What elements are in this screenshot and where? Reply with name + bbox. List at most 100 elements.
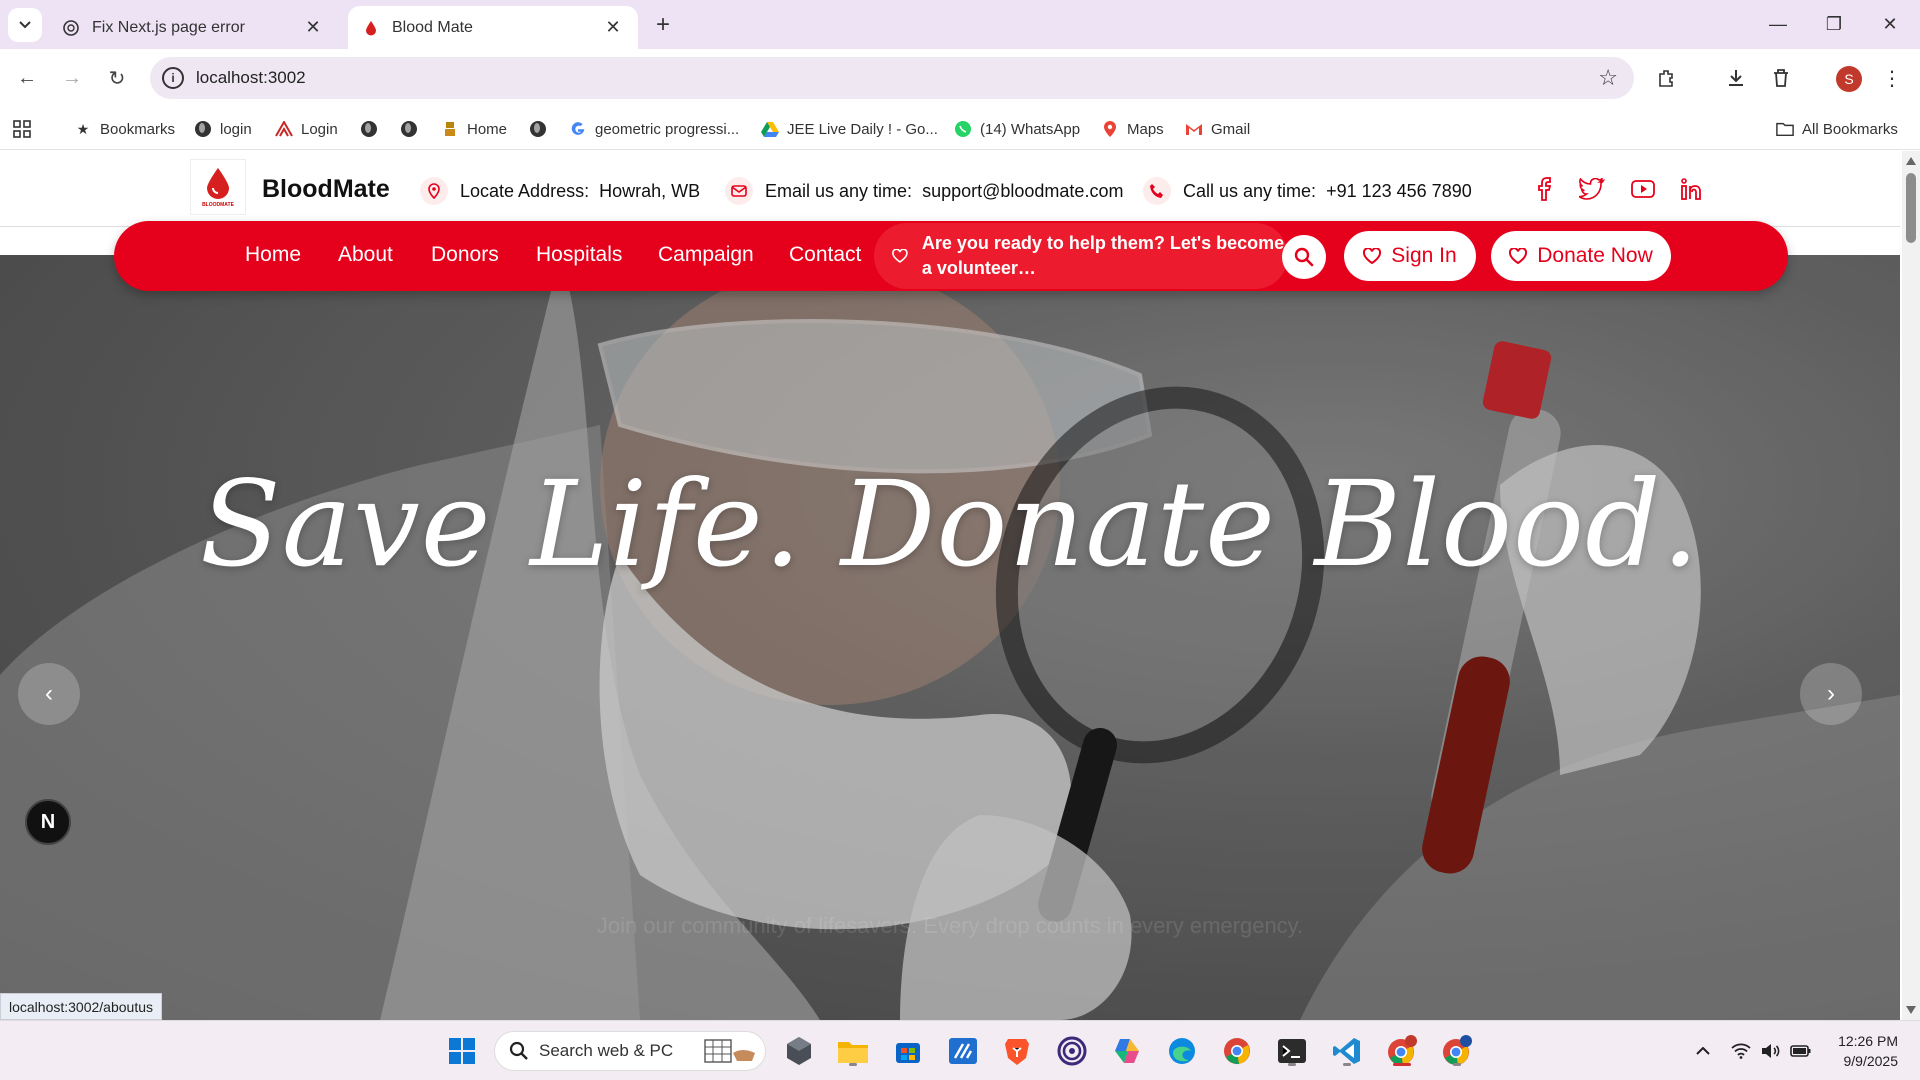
bookmark-label: Gmail [1211, 120, 1251, 138]
sign-in-label: Sign In [1391, 244, 1457, 267]
brand-name[interactable]: BloodMate [262, 175, 390, 204]
chrome-icon[interactable] [1219, 1033, 1255, 1069]
email-value[interactable]: support@bloodmate.com [922, 181, 1123, 202]
new-tab-button[interactable]: + [648, 10, 678, 40]
page-scrollbar[interactable] [1902, 151, 1920, 1020]
nav-home[interactable]: Home [245, 243, 301, 267]
system-clock[interactable]: 12:26 PM 9/9/2025 [1830, 1031, 1898, 1071]
close-tab-icon[interactable]: ✕ [602, 17, 624, 39]
chrome-profile-icon[interactable] [1384, 1033, 1420, 1069]
site-info-icon[interactable]: i [162, 67, 184, 89]
prev-slide-button[interactable]: ‹ [18, 663, 80, 725]
bookmark-login[interactable]: login [194, 118, 252, 140]
address-bar[interactable]: i localhost:3002 ☆ [150, 57, 1634, 99]
drive-icon [761, 120, 779, 138]
volunteer-text: Are you ready to help them? Let's become… [921, 233, 1285, 278]
gmail-icon [1185, 120, 1203, 138]
tab-search-button[interactable] [8, 8, 42, 42]
downloads-icon[interactable] [1721, 63, 1751, 93]
tab-blood-mate[interactable]: Blood Mate ✕ [348, 6, 638, 49]
vscode-icon[interactable] [1329, 1033, 1365, 1069]
bookmark-globe-2[interactable] [400, 118, 426, 140]
forward-button[interactable]: → [56, 62, 88, 94]
tab-fix-nextjs[interactable]: Fix Next.js page error ✕ [48, 6, 338, 49]
bookmark-globe-1[interactable] [360, 118, 386, 140]
chrome-profile-icon-2[interactable] [1439, 1033, 1475, 1069]
bookmark-geometric[interactable]: geometric progressi... [569, 118, 739, 140]
bookmark-label: JEE Live Daily ! - Go... [787, 120, 938, 138]
bookmark-home[interactable]: Home [441, 118, 507, 140]
menu-icon[interactable]: ⋮ [1877, 63, 1907, 93]
donate-now-label: Donate Now [1537, 244, 1653, 267]
location-pin-icon [420, 177, 448, 205]
volunteer-banner[interactable]: Are you ready to help them? Let's become… [874, 223, 1288, 289]
globe-icon [194, 120, 212, 138]
scroll-down-arrow-icon[interactable] [1906, 1006, 1916, 1014]
hero-subtitle: Join our community of lifesavers. Every … [596, 913, 1304, 938]
extensions-icon[interactable] [1652, 63, 1682, 93]
tab-title: Blood Mate [392, 18, 473, 36]
sign-in-button[interactable]: Sign In [1344, 231, 1476, 281]
bookmark-whatsapp[interactable]: (14) WhatsApp [954, 118, 1080, 140]
app-icon-cube[interactable] [781, 1033, 817, 1069]
star-icon: ★ [76, 120, 90, 137]
donate-now-button[interactable]: Donate Now [1491, 231, 1671, 281]
phone-value[interactable]: +91 123 456 7890 [1326, 181, 1472, 202]
chevron-down-icon [19, 21, 31, 29]
restore-button[interactable]: ❐ [1806, 0, 1862, 49]
hero-background-image [0, 255, 1900, 1020]
twitter-icon[interactable] [1578, 175, 1606, 203]
bookmark-star-icon[interactable]: ☆ [1598, 65, 1618, 91]
file-explorer-icon[interactable] [835, 1033, 871, 1069]
facebook-icon[interactable] [1530, 175, 1558, 203]
brave-browser-icon[interactable] [999, 1033, 1035, 1069]
scrollbar-thumb[interactable] [1906, 173, 1916, 243]
youtube-icon[interactable] [1629, 175, 1657, 203]
taskbar-search[interactable]: Search web & PC [494, 1031, 766, 1071]
trash-icon[interactable] [1766, 63, 1796, 93]
chatgpt-icon [62, 19, 80, 37]
nav-about[interactable]: About [338, 243, 393, 267]
next-slide-button[interactable]: › [1800, 663, 1862, 725]
browser-tab-bar: Fix Next.js page error ✕ Blood Mate ✕ + … [0, 0, 1920, 49]
bookmark-globe-3[interactable] [529, 118, 555, 140]
bloodmate-logo[interactable]: BLOODMATE [190, 159, 246, 215]
search-button[interactable] [1282, 235, 1326, 279]
apps-grid-icon[interactable] [12, 118, 32, 140]
back-button[interactable]: ← [11, 62, 43, 94]
close-tab-icon[interactable]: ✕ [302, 17, 324, 39]
nextjs-dev-badge[interactable]: N [25, 799, 71, 845]
copilot-icon[interactable] [1109, 1033, 1145, 1069]
bookmark-gmail[interactable]: Gmail [1185, 118, 1250, 140]
bookmark-bookmarks[interactable]: ★ Bookmarks [74, 118, 175, 140]
minimize-button[interactable]: — [1750, 0, 1806, 49]
bookmark-maps[interactable]: Maps [1101, 118, 1164, 140]
terminal-icon[interactable] [1274, 1033, 1310, 1069]
profile-avatar[interactable]: S [1836, 66, 1862, 92]
battery-icon[interactable] [1789, 1039, 1813, 1063]
bookmark-label: Bookmarks [100, 120, 176, 138]
bookmark-jee-live[interactable]: JEE Live Daily ! - Go... [761, 118, 938, 140]
microsoft-store-icon[interactable] [890, 1033, 926, 1069]
edge-browser-icon[interactable] [1164, 1033, 1200, 1069]
app-icon-spiral[interactable] [1054, 1033, 1090, 1069]
nav-donors[interactable]: Donors [431, 243, 499, 267]
all-bookmarks[interactable]: All Bookmarks [1776, 118, 1898, 140]
linkedin-icon[interactable] [1679, 175, 1707, 203]
show-hidden-icons-chevron-icon[interactable] [1691, 1039, 1715, 1063]
nav-hospitals[interactable]: Hospitals [536, 243, 622, 267]
volume-icon[interactable] [1759, 1039, 1783, 1063]
close-window-button[interactable]: ✕ [1862, 0, 1918, 49]
bookmark-login-2[interactable]: Login [275, 118, 338, 140]
wifi-icon[interactable] [1729, 1039, 1753, 1063]
nav-campaign[interactable]: Campaign [658, 243, 754, 267]
scroll-up-arrow-icon[interactable] [1906, 157, 1916, 165]
url-text[interactable]: localhost:3002 [196, 68, 306, 88]
reload-button[interactable]: ↻ [101, 62, 133, 94]
nav-contact[interactable]: Contact [789, 243, 861, 267]
top-info-bar: BLOODMATE BloodMate Locate Address: Howr… [0, 151, 1900, 227]
windows-start-icon[interactable] [444, 1033, 480, 1069]
app-icon-blue[interactable] [945, 1033, 981, 1069]
clock-time: 12:26 PM [1838, 1033, 1898, 1049]
blood-drop-logo-icon [207, 168, 229, 199]
